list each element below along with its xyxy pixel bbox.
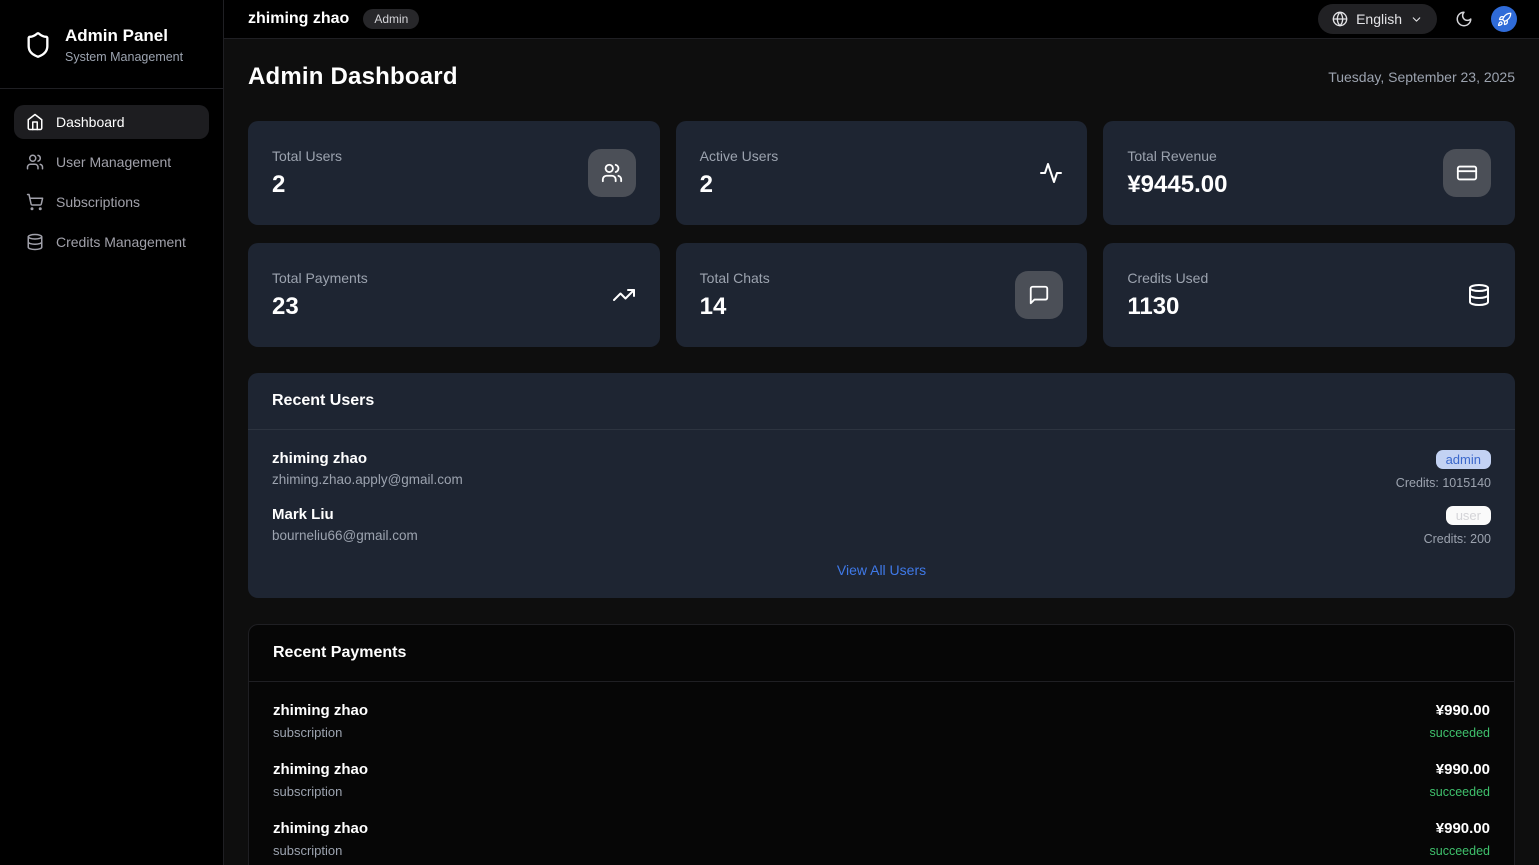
payment-type: subscription bbox=[273, 725, 368, 740]
message-square-icon bbox=[1015, 271, 1063, 319]
language-label: English bbox=[1356, 11, 1402, 27]
user-email: bourneliu66@gmail.com bbox=[272, 528, 418, 543]
stat-card-total-payments: Total Payments 23 bbox=[248, 243, 660, 347]
chevron-down-icon bbox=[1410, 13, 1423, 26]
stat-value: 2 bbox=[700, 171, 779, 199]
payment-row: zhiming zhao subscription ¥990.00 succee… bbox=[273, 761, 1490, 799]
stat-value: 1130 bbox=[1127, 293, 1208, 321]
shield-icon bbox=[24, 31, 52, 59]
stat-label: Total Users bbox=[272, 148, 342, 164]
stat-card-credits-used: Credits Used 1130 bbox=[1103, 243, 1515, 347]
stat-label: Total Chats bbox=[700, 270, 770, 286]
stat-card-total-chats: Total Chats 14 bbox=[676, 243, 1088, 347]
payment-row: zhiming zhao subscription ¥990.00 succee… bbox=[273, 702, 1490, 740]
role-badge: Admin bbox=[363, 9, 419, 29]
recent-users-panel: Recent Users zhiming zhao zhiming.zhao.a… bbox=[248, 373, 1515, 598]
stat-card-active-users: Active Users 2 bbox=[676, 121, 1088, 225]
recent-payments-title: Recent Payments bbox=[273, 644, 1490, 662]
stats-grid: Total Users 2 Active Users 2 bbox=[248, 121, 1515, 347]
stat-label: Credits Used bbox=[1127, 270, 1208, 286]
stat-label: Total Payments bbox=[272, 270, 368, 286]
role-badge-admin: admin bbox=[1436, 450, 1491, 469]
sidebar: Admin Panel System Management Dashboard … bbox=[0, 0, 224, 865]
user-row: Mark Liu bourneliu66@gmail.com user Cred… bbox=[272, 506, 1491, 546]
user-credits: Credits: 1015140 bbox=[1396, 476, 1491, 490]
moon-icon bbox=[1455, 10, 1473, 28]
sidebar-item-user-management[interactable]: User Management bbox=[14, 145, 209, 179]
rocket-icon bbox=[1497, 12, 1512, 27]
globe-icon bbox=[1332, 11, 1348, 27]
database-icon bbox=[26, 233, 44, 251]
payment-type: subscription bbox=[273, 843, 368, 858]
sidebar-item-label: Credits Management bbox=[56, 234, 186, 250]
stat-label: Total Revenue bbox=[1127, 148, 1227, 164]
theme-toggle-button[interactable] bbox=[1453, 8, 1475, 30]
payment-status: succeeded bbox=[1430, 726, 1490, 740]
user-name: zhiming zhao bbox=[272, 450, 463, 467]
view-all-users-link[interactable]: View All Users bbox=[272, 562, 1491, 578]
payment-status: succeeded bbox=[1430, 844, 1490, 858]
sidebar-item-label: Dashboard bbox=[56, 114, 125, 130]
dashboard-content: Admin Dashboard Tuesday, September 23, 2… bbox=[224, 39, 1539, 865]
users-icon bbox=[588, 149, 636, 197]
payment-type: subscription bbox=[273, 784, 368, 799]
app-subtitle: System Management bbox=[65, 50, 183, 64]
database-icon bbox=[1467, 283, 1491, 307]
stat-value: ¥9445.00 bbox=[1127, 171, 1227, 199]
payment-name: zhiming zhao bbox=[273, 702, 368, 719]
language-selector[interactable]: English bbox=[1318, 4, 1437, 34]
payment-amount: ¥990.00 bbox=[1430, 761, 1490, 778]
page-title: Admin Dashboard bbox=[248, 63, 458, 91]
recent-users-title: Recent Users bbox=[272, 392, 1491, 410]
payment-row: zhiming zhao subscription ¥990.00 succee… bbox=[273, 820, 1490, 858]
stat-card-total-revenue: Total Revenue ¥9445.00 bbox=[1103, 121, 1515, 225]
payment-name: zhiming zhao bbox=[273, 761, 368, 778]
recent-payments-panel: Recent Payments zhiming zhao subscriptio… bbox=[248, 624, 1515, 865]
payment-amount: ¥990.00 bbox=[1430, 820, 1490, 837]
stat-label: Active Users bbox=[700, 148, 779, 164]
sidebar-brand: Admin Panel System Management bbox=[0, 0, 223, 89]
sidebar-item-dashboard[interactable]: Dashboard bbox=[14, 105, 209, 139]
home-icon bbox=[26, 113, 44, 131]
sidebar-item-label: Subscriptions bbox=[56, 194, 140, 210]
sidebar-item-subscriptions[interactable]: Subscriptions bbox=[14, 185, 209, 219]
stat-card-total-users: Total Users 2 bbox=[248, 121, 660, 225]
user-avatar[interactable] bbox=[1491, 6, 1517, 32]
sidebar-item-credits-management[interactable]: Credits Management bbox=[14, 225, 209, 259]
topbar-username: zhiming zhao bbox=[248, 10, 349, 28]
user-name: Mark Liu bbox=[272, 506, 418, 523]
payment-status: succeeded bbox=[1430, 785, 1490, 799]
payment-amount: ¥990.00 bbox=[1430, 702, 1490, 719]
role-badge-user: user bbox=[1446, 506, 1491, 525]
topbar: zhiming zhao Admin English bbox=[224, 0, 1539, 39]
app-title: Admin Panel bbox=[65, 26, 183, 46]
sidebar-nav: Dashboard User Management Subscriptions bbox=[0, 89, 223, 275]
users-icon bbox=[26, 153, 44, 171]
payment-name: zhiming zhao bbox=[273, 820, 368, 837]
credit-card-icon bbox=[1443, 149, 1491, 197]
stat-value: 14 bbox=[700, 293, 770, 321]
stat-value: 23 bbox=[272, 293, 368, 321]
user-email: zhiming.zhao.apply@gmail.com bbox=[272, 472, 463, 487]
stat-value: 2 bbox=[272, 171, 342, 199]
page-date: Tuesday, September 23, 2025 bbox=[1328, 69, 1515, 85]
activity-icon bbox=[1039, 161, 1063, 185]
sidebar-item-label: User Management bbox=[56, 154, 171, 170]
trending-up-icon bbox=[612, 283, 636, 307]
cart-icon bbox=[26, 193, 44, 211]
user-credits: Credits: 200 bbox=[1424, 532, 1491, 546]
user-row: zhiming zhao zhiming.zhao.apply@gmail.co… bbox=[272, 450, 1491, 490]
